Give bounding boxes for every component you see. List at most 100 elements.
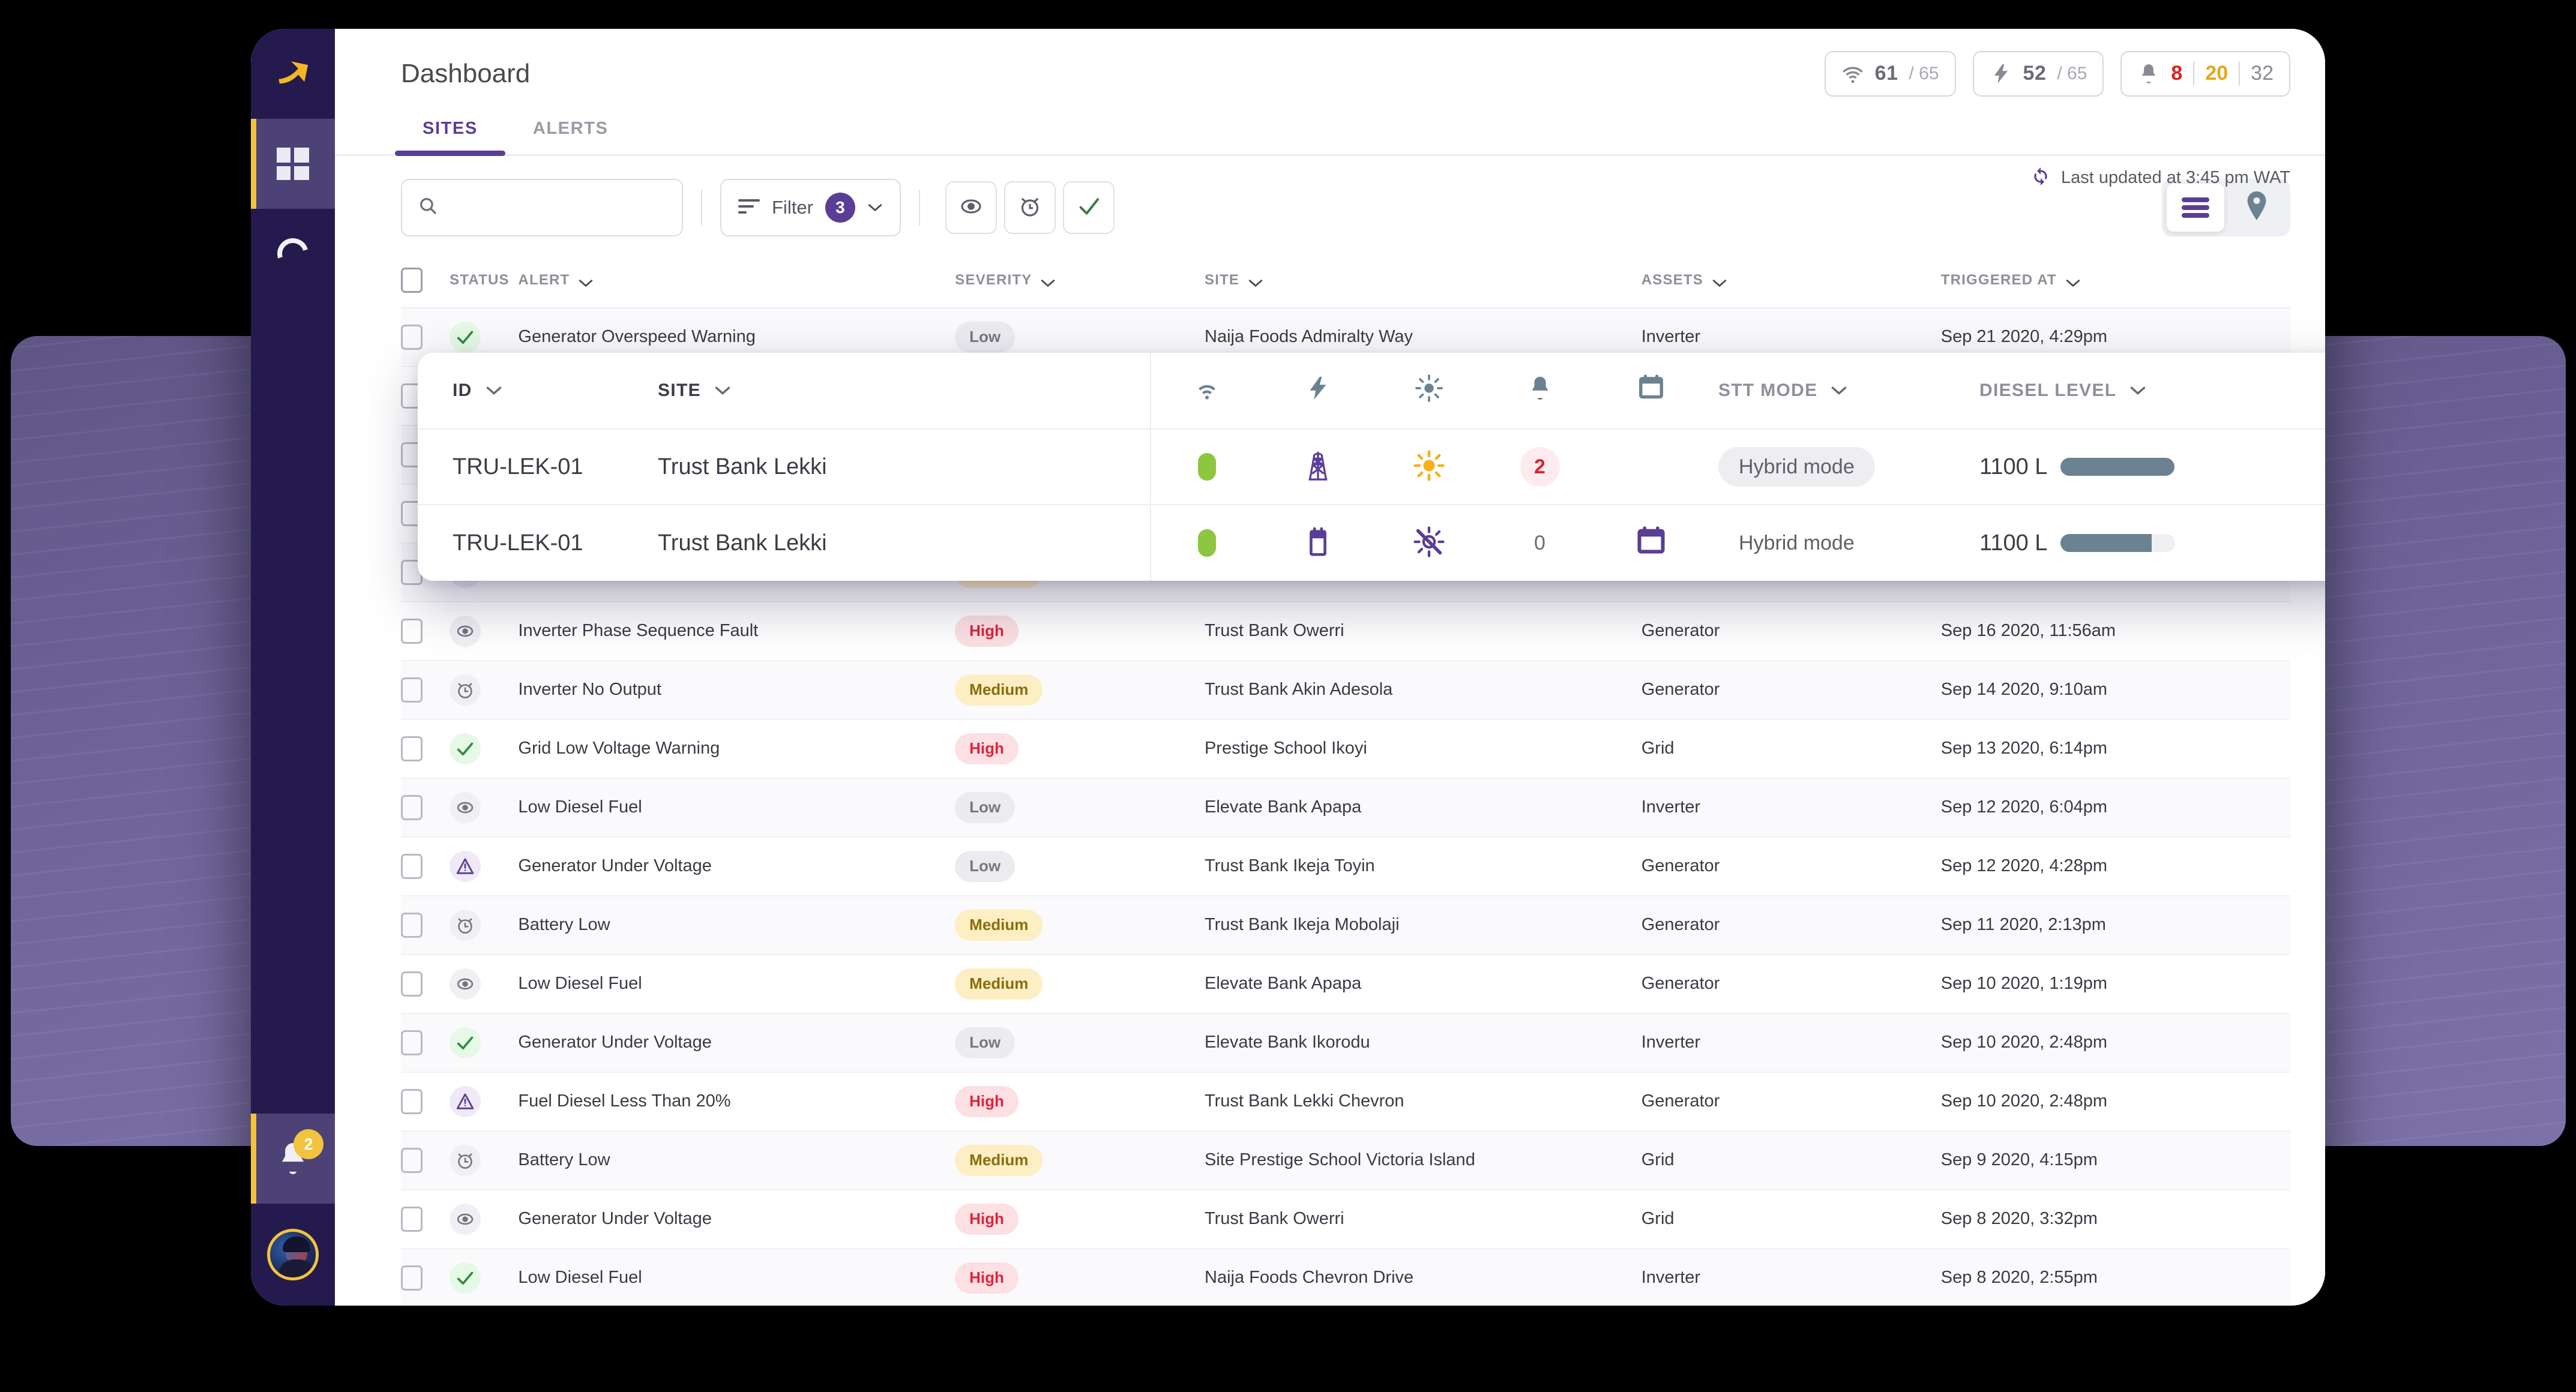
table-row[interactable]: Low Diesel Fuel Medium Elevate Bank Apapa G… xyxy=(401,954,2290,1014)
row-checkbox[interactable] xyxy=(401,912,423,938)
row-checkbox[interactable] xyxy=(401,618,423,644)
list-view-button[interactable] xyxy=(2167,183,2224,232)
overlay-col-stt-mode[interactable]: STT MODE xyxy=(1706,380,1979,401)
row-triggered-at: Sep 14 2020, 9:10am xyxy=(1940,660,2290,720)
table-row[interactable]: Fuel Diesel Less Than 20% High Trust Bank … xyxy=(401,1072,2290,1132)
overlay-col-schedule[interactable] xyxy=(1595,374,1706,407)
diesel-cell: 1100 L xyxy=(1979,530,2243,556)
col-alert[interactable]: ALERT xyxy=(518,254,955,308)
resolved-filter-button[interactable] xyxy=(1062,181,1115,234)
row-select-cell[interactable] xyxy=(401,601,450,661)
select-all-header[interactable] xyxy=(401,254,450,308)
overlay-col-alerts[interactable] xyxy=(1484,374,1595,407)
row-checkbox[interactable] xyxy=(401,1030,423,1055)
sidebar-item-loading[interactable] xyxy=(251,209,335,299)
row-triggered-at: Sep 13 2020, 6:14pm xyxy=(1940,719,2290,779)
table-row[interactable]: Low Diesel Fuel High Naija Foods Chevron D… xyxy=(401,1248,2290,1306)
row-status-cell xyxy=(450,1130,519,1190)
alerts-cell: 2 xyxy=(1484,447,1595,487)
row-select-cell[interactable] xyxy=(401,778,450,838)
overlay-col-power[interactable] xyxy=(1262,374,1373,407)
sidebar-item-dashboard[interactable] xyxy=(251,119,335,209)
overlay-col-id[interactable]: ID xyxy=(418,380,658,401)
row-alert-name: Grid Low Voltage Warning xyxy=(518,719,955,779)
row-checkbox[interactable] xyxy=(401,794,423,820)
row-select-cell[interactable] xyxy=(401,836,450,896)
col-site[interactable]: SITE xyxy=(1205,254,1642,308)
alarm-filter-button[interactable] xyxy=(1004,181,1056,234)
sidebar-item-profile[interactable] xyxy=(251,1204,335,1306)
row-select-cell[interactable] xyxy=(401,1072,450,1132)
table-row[interactable]: Inverter No Output Medium Trust Bank Akin … xyxy=(401,660,2290,720)
table-row[interactable]: Low Diesel Fuel Low Elevate Bank Apapa Inve… xyxy=(401,778,2290,838)
overlay-col-site[interactable]: SITE xyxy=(658,380,1150,401)
row-alert-name: Generator Under Voltage xyxy=(518,836,955,896)
sidebar-item-notifications[interactable]: 2 xyxy=(251,1114,335,1204)
col-triggered-at[interactable]: TRIGGERED AT xyxy=(1940,254,2290,308)
search-input[interactable] xyxy=(448,197,666,218)
row-select-cell[interactable] xyxy=(401,719,450,779)
diesel-value: 1100 L xyxy=(1979,454,2048,479)
connectivity-chip[interactable]: 61 / 65 xyxy=(1824,50,1956,97)
row-severity-cell: High xyxy=(955,1189,1205,1249)
col-severity[interactable]: SEVERITY xyxy=(955,254,1205,308)
table-row[interactable]: Generator Under Voltage Low Trust Bank Ike… xyxy=(401,836,2290,896)
select-all-checkbox[interactable] xyxy=(401,267,423,293)
app-logo[interactable] xyxy=(251,29,335,119)
table-row[interactable]: Grid Low Voltage Warning High Prestige Sch… xyxy=(401,719,2290,779)
row-assets: Inverter xyxy=(1641,778,1941,838)
row-select-cell[interactable] xyxy=(401,1248,450,1306)
tab-sites[interactable]: SITES xyxy=(395,119,505,156)
row-select-cell[interactable] xyxy=(401,1013,450,1073)
wifi-icon xyxy=(1841,62,1864,85)
diesel-cell: 1100 L xyxy=(1979,454,2243,480)
eye-filter-button[interactable] xyxy=(945,181,997,234)
map-view-button[interactable] xyxy=(2228,184,2286,232)
row-severity-cell: Low xyxy=(955,778,1205,838)
row-status-cell xyxy=(450,895,519,955)
divider xyxy=(2193,61,2195,86)
diesel-level-bar xyxy=(2060,458,2175,476)
row-select-cell[interactable] xyxy=(401,660,450,720)
site-row[interactable]: TRU-LEK-01 Trust Bank Lekki 0 Hybrid mode 11… xyxy=(418,505,2325,581)
alerts-chip[interactable]: 8 20 32 xyxy=(2120,50,2290,97)
row-checkbox[interactable] xyxy=(401,1206,423,1232)
overlay-col-solar[interactable] xyxy=(1373,374,1484,407)
overlay-col-diesel-level[interactable]: DIESEL LEVEL xyxy=(1979,380,2243,401)
bell-icon: 2 xyxy=(274,1129,324,1177)
row-checkbox[interactable] xyxy=(401,853,423,879)
row-checkbox[interactable] xyxy=(401,1265,423,1291)
table-row[interactable]: Generator Under Voltage Low Elevate Bank I… xyxy=(401,1013,2290,1073)
row-triggered-at: Sep 10 2020, 1:19pm xyxy=(1940,954,2290,1014)
col-status[interactable]: STATUS xyxy=(450,254,519,308)
table-row[interactable]: Inverter Phase Sequence Fault High Trust B… xyxy=(401,601,2290,661)
table-row[interactable]: Battery Low Medium Site Prestige School Vi… xyxy=(401,1130,2290,1190)
table-row[interactable]: Generator Under Voltage High Trust Bank Ow… xyxy=(401,1189,2290,1249)
site-row[interactable]: TRU-LEK-01 Trust Bank Lekki 2 Hybrid mode 11… xyxy=(418,430,2325,505)
tab-alerts[interactable]: ALERTS xyxy=(505,119,636,154)
power-chip[interactable]: 52 / 65 xyxy=(1972,50,2104,97)
filter-button[interactable]: Filter 3 xyxy=(720,178,901,236)
row-select-cell[interactable] xyxy=(401,1130,450,1190)
col-assets[interactable]: ASSETS xyxy=(1641,254,1941,308)
search-box[interactable] xyxy=(401,178,683,236)
row-checkbox[interactable] xyxy=(401,736,423,761)
row-checkbox[interactable] xyxy=(401,324,423,350)
row-select-cell[interactable] xyxy=(401,1189,450,1249)
row-checkbox[interactable] xyxy=(401,1147,423,1173)
check-icon xyxy=(450,1027,481,1058)
row-site: Trust Bank Ikeja Mobolaji xyxy=(1205,895,1642,955)
row-checkbox[interactable] xyxy=(401,971,423,997)
row-select-cell[interactable] xyxy=(401,895,450,955)
table-row[interactable]: Battery Low Medium Trust Bank Ikeja Mobola… xyxy=(401,895,2290,955)
eye-icon xyxy=(450,1203,481,1235)
row-select-cell[interactable] xyxy=(401,954,450,1014)
row-checkbox[interactable] xyxy=(401,1088,423,1114)
row-severity-cell: High xyxy=(955,719,1205,779)
solar-cell xyxy=(1373,449,1484,485)
row-severity-cell: High xyxy=(955,601,1205,661)
severity-badge: Low xyxy=(955,1027,1016,1058)
overlay-col-connectivity[interactable] xyxy=(1151,374,1262,407)
row-checkbox[interactable] xyxy=(401,677,423,703)
